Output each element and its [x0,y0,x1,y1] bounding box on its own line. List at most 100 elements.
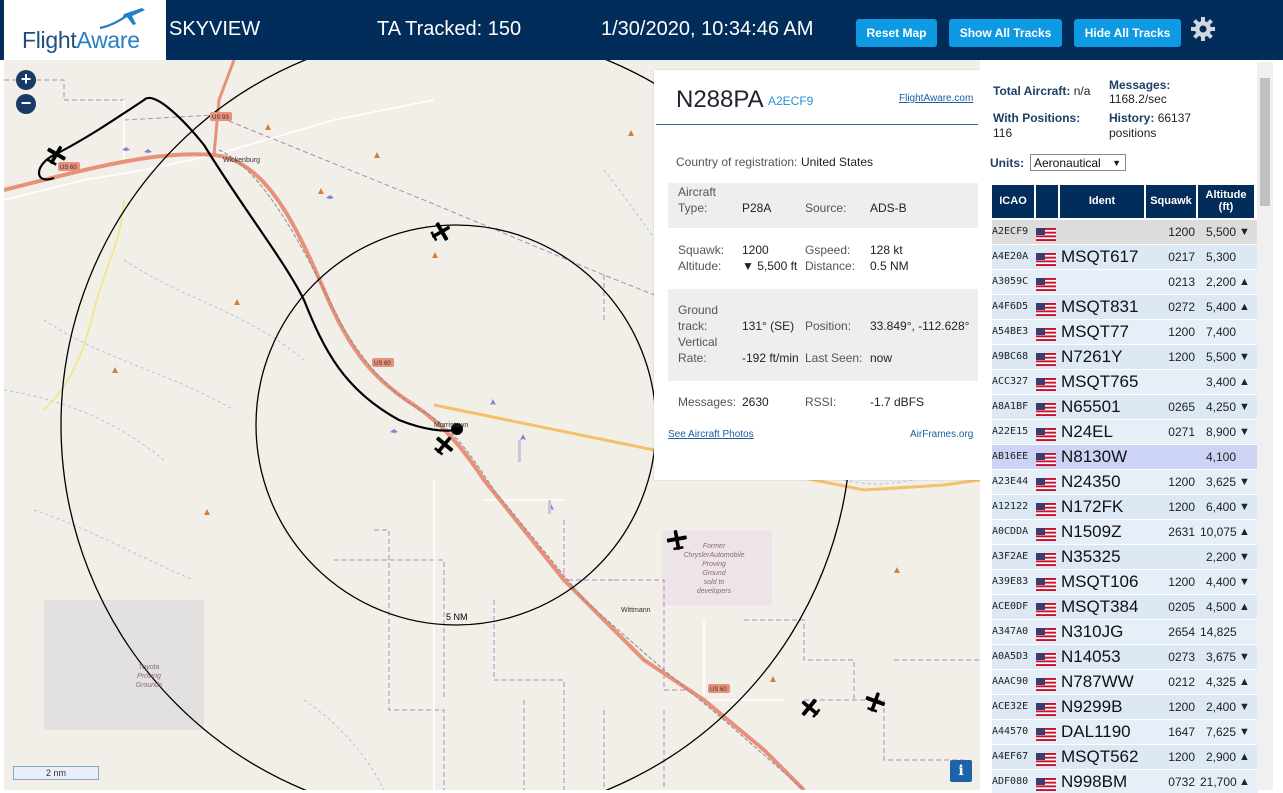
units-select[interactable]: Aeronautical ▼ [1030,154,1126,171]
us-flag-icon [1036,350,1056,366]
messages-label: Messages: [678,395,737,409]
icao-cell: A0A5D3 [992,651,1029,662]
us-flag-icon [1036,750,1056,766]
table-row[interactable]: A4F6D5 MSQT831 0272 5,400 ▲ [992,295,1258,320]
with-positions-value: 116 [993,126,1013,140]
table-row[interactable]: A12122 N172FK 1200 6,400 ▼ [992,495,1258,520]
table-row[interactable]: A44570 DAL1190 1647 7,625 ▼ [992,720,1258,745]
ground-track-label-1: Ground [678,303,719,317]
flightaware-logo[interactable]: FlightAware [4,0,166,60]
table-row[interactable]: AB16EE N8130W 4,100 [992,445,1258,470]
altitude-cell: 3,625 [1205,475,1236,489]
table-row[interactable]: A2ECF9 1200 5,500 ▼ [992,220,1258,245]
popup-icao-hex[interactable]: A2ECF9 [768,94,813,108]
table-row[interactable]: A347A0 N310JG 2654 14,825 [992,620,1258,645]
altitude-cell: 4,500 [1205,600,1236,614]
table-row[interactable]: A8A1BF N65501 0265 4,250 ▼ [992,395,1258,420]
altitude-cell: 2,900 [1205,750,1236,764]
label-former-2: ChryslerAutomobile [683,552,744,559]
label-us60-c: US 60 [710,687,727,693]
table-row[interactable]: A39E83 MSQT106 1200 4,400 ▼ [992,570,1258,595]
table-row[interactable]: A4E20A MSQT617 0217 5,300 [992,245,1258,270]
squawk-cell: 2631 [1168,525,1195,539]
reset-map-button[interactable]: Reset Map [856,19,937,47]
vertical-trend-icon [1239,245,1251,269]
table-row[interactable]: ACC327 MSQT765 3,400 ▲ [992,370,1258,395]
icao-cell: A4E20A [992,251,1029,262]
vertical-trend-icon: ▲ [1239,676,1250,688]
units-label: Units: [990,156,1024,170]
altitude-cell: 3,675 [1205,650,1236,664]
aircraft-info-popup: N288PA A2ECF9 FlightAware.com Country of… [654,70,980,480]
table-row[interactable]: A54BE3 MSQT77 1200 7,400 [992,320,1258,345]
scale-bar: 2 nm [13,766,99,780]
hide-all-tracks-button[interactable]: Hide All Tracks [1074,19,1181,47]
page-scrollbar[interactable] [1257,62,1273,790]
see-aircraft-photos-link[interactable]: See Aircraft Photos [668,429,754,440]
table-row[interactable]: A9BC68 N7261Y 1200 5,500 ▼ [992,345,1258,370]
icao-cell: A8A1BF [992,401,1029,412]
tracked-count: TA Tracked: 150 [377,18,522,40]
app-title: SKYVIEW [169,18,261,40]
ident-cell: N787WW [1061,672,1134,691]
vertical-trend-icon: ▲ [1239,751,1250,763]
label-us60-b: US 60 [374,361,391,367]
altitude-value: ▼ 5,500 ft [742,259,798,273]
us-flag-icon [1036,450,1056,466]
table-row[interactable]: A22E15 N24EL 0271 8,900 ▼ [992,420,1258,445]
label-toyota-3: Grounds [136,682,163,689]
icao-cell: A4EF67 [992,751,1029,762]
gear-icon[interactable] [1190,16,1216,42]
table-row[interactable]: A4EF67 MSQT562 1200 2,900 ▲ [992,745,1258,770]
table-row[interactable]: ADF080 N998BM 0732 21,700 ▲ [992,770,1258,793]
ident-cell: N1509Z [1061,522,1122,541]
ident-cell: MSQT384 [1061,597,1139,616]
altitude-cell: 5,500 [1205,350,1236,364]
icao-cell: ADF080 [992,776,1029,787]
col-flag-header[interactable] [1036,185,1058,218]
history-unit: positions [1109,126,1157,140]
range-ring-label: 5 NM [446,612,468,622]
altitude-cell: 6,400 [1205,500,1236,514]
table-row[interactable]: ACE32E N9299B 1200 2,400 ▼ [992,695,1258,720]
icao-cell: A23E44 [992,476,1029,487]
table-row[interactable]: A3F2AE N35325 2,200 ▼ [992,545,1258,570]
table-row[interactable]: A0A5D3 N14053 0273 3,675 ▼ [992,645,1258,670]
distance-label: Distance: [805,259,856,273]
ident-cell: N172FK [1061,497,1124,516]
label-former-6: developers [697,588,732,595]
show-all-tracks-button[interactable]: Show All Tracks [949,19,1062,47]
ident-cell: N35325 [1061,547,1121,566]
zoom-in-button[interactable]: + [16,70,36,90]
table-row[interactable]: A3059C 0213 2,200 ▲ [992,270,1258,295]
us-flag-icon [1036,700,1056,716]
scrollbar-thumb[interactable] [1260,78,1270,206]
info-button[interactable]: i [950,760,972,782]
table-row[interactable]: A23E44 N24350 1200 3,625 ▼ [992,470,1258,495]
table-row[interactable]: ACE0DF MSQT384 0205 4,500 ▲ [992,595,1258,620]
altitude-cell: 4,100 [1205,450,1236,464]
col-altitude-header[interactable]: Altitude (ft) [1198,185,1254,218]
aircraft-type-label-1: Aircraft [678,185,717,199]
zoom-out-button[interactable]: − [16,94,36,114]
us-flag-icon [1036,425,1056,441]
us-flag-icon [1036,375,1056,391]
flightaware-link[interactable]: FlightAware.com [899,93,973,104]
altitude-cell: 4,400 [1205,575,1236,589]
airframes-link[interactable]: AirFrames.org [910,429,973,440]
us93-highway [212,60,236,156]
squawk-cell: 0271 [1168,425,1195,439]
vertical-trend-icon: ▼ [1239,576,1250,588]
col-squawk-header[interactable]: Squawk [1146,185,1196,218]
vertical-trend-icon: ▼ [1239,651,1250,663]
table-row[interactable]: A0CDDA N1509Z 2631 10,075 ▲ [992,520,1258,545]
gspeed-value: 128 kt [870,243,903,257]
table-row[interactable]: AAAC90 N787WW 0212 4,325 ▲ [992,670,1258,695]
gspeed-label: Gspeed: [805,243,851,257]
ground-track-value: 131° (SE) [742,319,795,333]
col-ident-header[interactable]: Ident [1060,185,1144,218]
other-traffic-icons[interactable] [122,147,554,510]
label-morristown: Morristown [434,422,468,429]
us-flag-icon [1036,275,1056,291]
col-icao-header[interactable]: ICAO [992,185,1034,218]
